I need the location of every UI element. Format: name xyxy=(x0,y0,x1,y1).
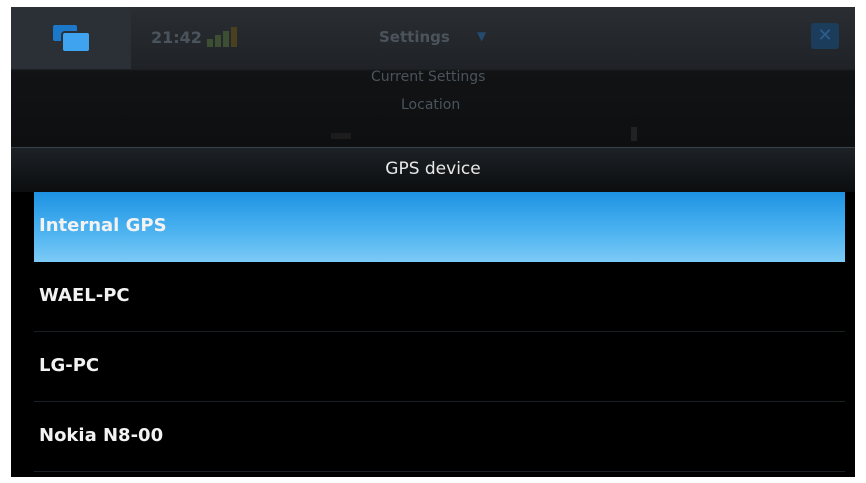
chevron-down-icon[interactable]: ▼ xyxy=(477,29,486,43)
background-settings-app: 21:42 Settings ▼ ✕ Current Settings Loca… xyxy=(11,7,855,147)
phone-screen: 21:42 Settings ▼ ✕ Current Settings Loca… xyxy=(11,7,855,477)
device-item-wael-pc[interactable]: WAEL-PC xyxy=(34,262,845,332)
gps-device-dialog: GPS device Internal GPS WAEL-PC LG-PC No… xyxy=(11,147,855,477)
device-item-internal-gps[interactable]: Internal GPS xyxy=(34,192,845,262)
device-item-lg-pc[interactable]: LG-PC xyxy=(34,332,845,402)
task-switcher-button[interactable] xyxy=(11,7,131,69)
status-bar: 21:42 Settings ▼ ✕ xyxy=(11,7,855,69)
signal-strength-icon xyxy=(207,25,245,47)
background-slider-mark xyxy=(331,133,351,139)
background-slider-mark xyxy=(631,127,637,141)
dialog-header: GPS device xyxy=(11,148,855,192)
device-item-label: Nokia N8-00 xyxy=(39,425,164,446)
dialog-title: GPS device xyxy=(385,159,481,179)
device-item-nokia-n8-00[interactable]: Nokia N8-00 xyxy=(34,402,845,472)
close-icon[interactable]: ✕ xyxy=(811,23,839,49)
gps-device-list: Internal GPS WAEL-PC LG-PC Nokia N8-00 xyxy=(34,192,845,472)
device-item-label: WAEL-PC xyxy=(39,285,130,306)
background-setting-item: Location xyxy=(401,97,461,113)
app-title[interactable]: Settings xyxy=(379,28,450,46)
status-clock: 21:42 xyxy=(151,28,202,47)
task-switcher-icon xyxy=(53,25,93,53)
device-item-label: LG-PC xyxy=(39,355,100,376)
device-item-label: Internal GPS xyxy=(39,215,167,236)
background-setting-item: Current Settings xyxy=(371,69,486,85)
